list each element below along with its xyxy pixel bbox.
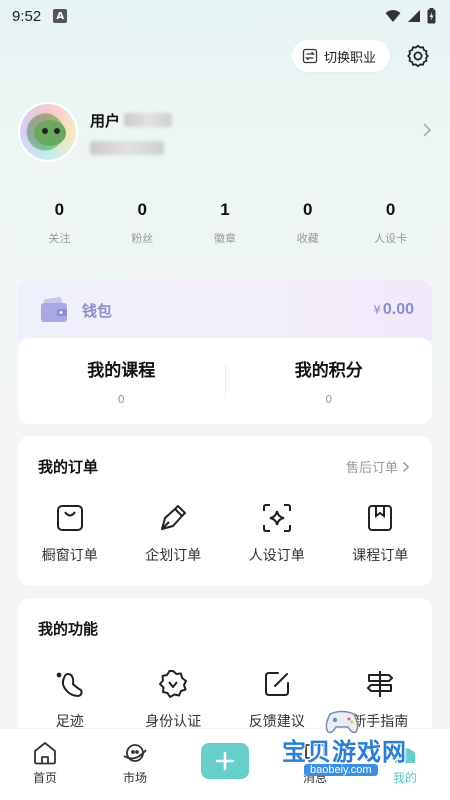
signal-icon: [408, 10, 420, 22]
wifi-icon: [385, 10, 401, 22]
profile-header[interactable]: 用户: [18, 100, 432, 164]
course-points-card: 我的课程 0 我的积分 0: [18, 338, 432, 424]
top-actions: 切换职业: [291, 40, 432, 72]
bookmark-book-icon: [368, 505, 393, 531]
user-id-blurred: [90, 140, 164, 155]
stat-value: 0: [54, 200, 65, 219]
wallet-card[interactable]: 钱包 ¥ 0.00: [18, 280, 432, 340]
profile-icon: [395, 748, 415, 763]
avatar[interactable]: [18, 102, 78, 162]
order-showcase[interactable]: 橱窗订单: [25, 501, 115, 565]
stat-label: 徽章: [213, 232, 236, 245]
swap-icon: [302, 48, 318, 64]
bottom-nav: 首页 市场 消息 我的: [0, 728, 450, 800]
switch-role-label: 切换职业: [323, 50, 376, 66]
order-label: 橱窗订单: [41, 548, 98, 564]
status-bar: 9:52 A: [0, 0, 450, 32]
avatar-character: [34, 120, 66, 146]
home-icon: [34, 742, 56, 765]
function-guide[interactable]: 新手指南: [335, 667, 425, 731]
status-icons: [385, 8, 436, 24]
wallet-amount: 0.00: [382, 301, 414, 318]
stat-persona-cards[interactable]: 0 人设卡: [356, 200, 426, 246]
functions-header: 我的功能: [18, 598, 432, 639]
stat-fans[interactable]: 0 粉丝: [107, 200, 177, 246]
nav-home[interactable]: 首页: [5, 741, 85, 786]
stat-favorites[interactable]: 0 收藏: [273, 200, 343, 246]
pen-nib-icon: [161, 505, 187, 530]
functions-title: 我的功能: [38, 620, 99, 638]
shopping-bag-icon: [56, 505, 83, 531]
order-persona[interactable]: 人设订单: [232, 501, 322, 565]
stat-value: 0: [385, 200, 396, 219]
status-time: 9:52: [12, 7, 42, 25]
signpost-icon: [367, 671, 394, 697]
battery-icon: [427, 8, 436, 24]
order-course[interactable]: 课程订单: [335, 501, 425, 565]
orders-grid: 橱窗订单 企划订单 人设订单 课程订单: [18, 501, 432, 565]
after-sale-label: 售后订单: [345, 461, 398, 476]
nav-profile[interactable]: 我的: [365, 741, 445, 786]
username: 用户: [90, 110, 173, 131]
function-footprint[interactable]: 足迹: [25, 667, 115, 731]
orders-header: 我的订单 售后订单: [18, 436, 432, 477]
nav-label: 我的: [392, 771, 417, 785]
chevron-right-icon: [422, 122, 432, 143]
stat-label: 人设卡: [374, 232, 408, 245]
nav-label: 市场: [122, 771, 147, 785]
stat-label: 收藏: [296, 232, 319, 245]
chevron-right-icon: [402, 461, 410, 472]
currency-symbol: ¥: [373, 303, 381, 317]
edit-square-icon: [264, 672, 289, 696]
notification-a-icon: A: [53, 9, 68, 23]
profile-info: 用户: [90, 110, 173, 155]
settings-button[interactable]: [404, 42, 432, 70]
switch-role-button[interactable]: 切换职业: [291, 40, 390, 72]
nav-label: 消息: [302, 771, 327, 785]
my-points-value: 0: [325, 393, 333, 406]
stats-card: 0 关注 0 粉丝 1 徽章 0 收藏 0 人设卡: [18, 180, 432, 266]
nav-messages[interactable]: 消息: [275, 741, 355, 786]
functions-card: 我的功能 足迹 身份认证 反馈建议 新手指南: [18, 598, 432, 738]
nav-market[interactable]: 市场: [95, 741, 175, 786]
my-courses-value: 0: [117, 393, 125, 406]
wallet-label: 钱包: [82, 301, 113, 320]
function-verification[interactable]: 身份认证: [128, 667, 218, 731]
gear-icon: [407, 44, 429, 68]
order-label: 企划订单: [145, 548, 202, 564]
add-button[interactable]: [201, 743, 249, 779]
orders-title: 我的订单: [38, 458, 99, 476]
function-feedback[interactable]: 反馈建议: [232, 667, 322, 731]
order-project[interactable]: 企划订单: [128, 501, 218, 565]
orders-card: 我的订单 售后订单 橱窗订单 企划订单 人设订单 课程订单: [18, 436, 432, 586]
stat-badges[interactable]: 1 徽章: [190, 200, 260, 246]
stat-value: 1: [220, 200, 230, 219]
my-points[interactable]: 我的积分 0: [226, 356, 433, 406]
stat-label: 粉丝: [131, 232, 154, 245]
nav-label: 首页: [32, 771, 57, 785]
add-icon: [215, 751, 235, 771]
wallet-balance: ¥ 0.00: [373, 301, 414, 319]
my-points-label: 我的积分: [294, 361, 363, 381]
order-label: 人设订单: [248, 548, 305, 564]
username-blurred: [124, 113, 173, 127]
after-sale-link[interactable]: 售后订单: [346, 457, 410, 476]
message-icon: [305, 744, 325, 764]
stat-value: 0: [303, 200, 313, 219]
wallet-icon: [41, 297, 67, 322]
sparkle-scan-icon: [262, 504, 291, 532]
username-prefix: 用户: [90, 111, 121, 130]
nav-add[interactable]: [185, 741, 265, 779]
stat-value: 0: [137, 200, 147, 219]
footprint-icon: [56, 672, 83, 698]
verified-badge-icon: [159, 670, 188, 698]
stat-follow[interactable]: 0 关注: [24, 200, 94, 246]
planet-icon: [123, 744, 147, 762]
my-courses-label: 我的课程: [87, 361, 156, 381]
stat-label: 关注: [48, 232, 71, 245]
functions-grid: 足迹 身份认证 反馈建议 新手指南: [18, 667, 432, 731]
order-label: 课程订单: [352, 548, 409, 564]
my-courses[interactable]: 我的课程 0: [18, 356, 225, 406]
